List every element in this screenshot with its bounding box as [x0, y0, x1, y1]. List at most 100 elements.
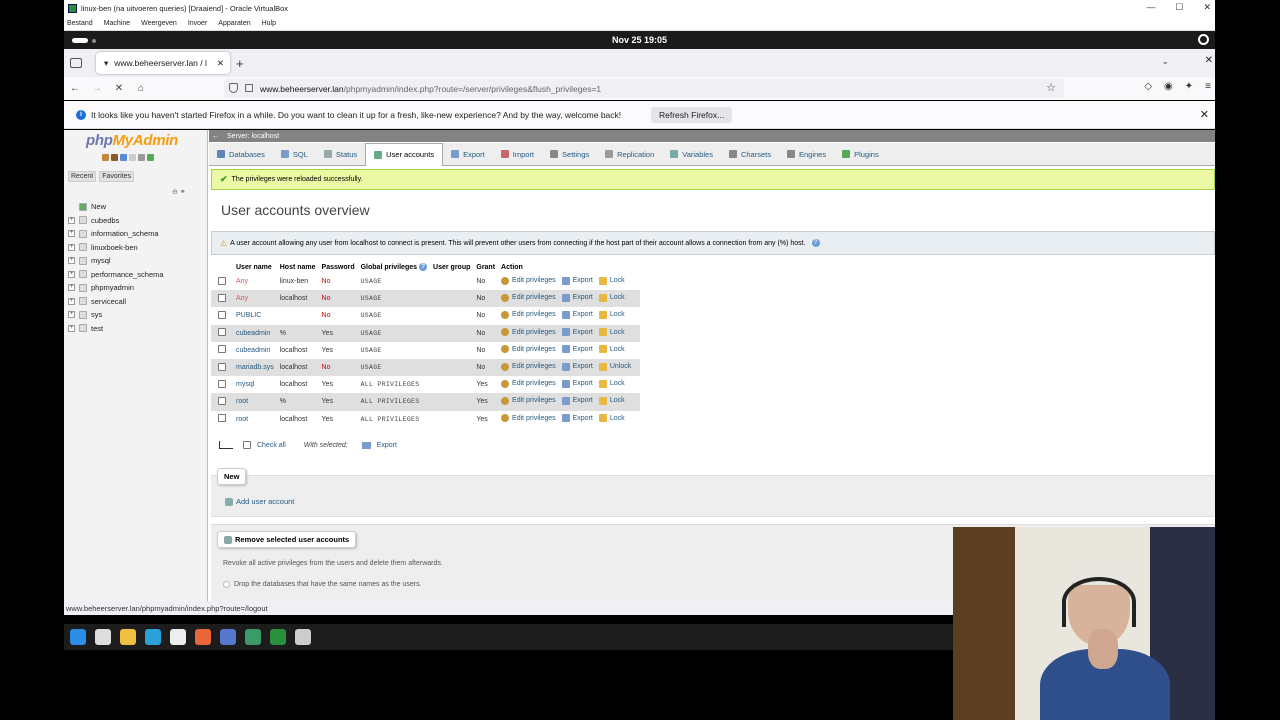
export-link[interactable]: Export [561, 414, 593, 423]
window-close-icon[interactable]: ✕ [1205, 55, 1213, 66]
lock-link[interactable]: Lock [598, 310, 625, 319]
vbox-menu-item[interactable]: Bestand [67, 20, 93, 27]
close-button[interactable]: ✕ [1203, 2, 1211, 13]
edit-privileges-link[interactable]: Edit privileges [501, 345, 556, 354]
menu-icon[interactable]: ≡ [1205, 81, 1211, 92]
drop-databases-checkbox[interactable] [223, 581, 230, 588]
lock-link[interactable]: Lock [598, 276, 625, 285]
tree-item-new[interactable]: New [68, 200, 164, 214]
menu-tab-plugins[interactable]: Plugins [834, 143, 887, 166]
menu-tab-variables[interactable]: Variables [662, 143, 721, 166]
unlock-link[interactable]: Unlock [598, 362, 631, 371]
export-link[interactable]: Export [561, 362, 593, 371]
row-checkbox[interactable] [218, 345, 226, 354]
edit-privileges-link[interactable]: Edit privileges [501, 328, 556, 337]
maximize-button[interactable]: ☐ [1175, 2, 1183, 13]
export-link[interactable]: Export [561, 345, 593, 354]
lock-link[interactable]: Lock [598, 328, 625, 337]
expand-icon[interactable]: + [68, 216, 75, 224]
expand-icon[interactable]: + [68, 324, 75, 332]
row-checkbox[interactable] [218, 379, 226, 388]
address-bar[interactable]: www.beheerserver.lan/phpmyadmin/index.ph… [224, 79, 1064, 98]
menu-tab-replication[interactable]: Replication [597, 143, 662, 166]
vbox-menu-item[interactable]: Weergeven [141, 20, 177, 27]
row-checkbox[interactable] [218, 414, 226, 423]
row-checkbox[interactable] [218, 293, 226, 302]
obs-icon[interactable] [295, 629, 311, 645]
logout-icon[interactable] [111, 154, 118, 161]
activities-indicator[interactable] [72, 38, 88, 43]
export-link[interactable]: Export [561, 276, 593, 285]
lock-link[interactable]: Lock [598, 396, 625, 405]
collapse-all-icon[interactable]: ⊖ ⚭ [172, 188, 186, 196]
lock-icon[interactable] [245, 84, 253, 92]
recent-tab[interactable]: Recent [68, 171, 97, 182]
menu-tab-databases[interactable]: Databases [209, 143, 273, 166]
home-button[interactable]: ⌂ [130, 83, 152, 94]
edit-privileges-link[interactable]: Edit privileges [501, 310, 556, 319]
new-tab-button[interactable]: + [236, 56, 244, 71]
docs-icon[interactable] [129, 154, 136, 161]
firefox-icon[interactable] [195, 629, 211, 645]
tree-item-database[interactable]: + sys [68, 308, 164, 322]
row-checkbox[interactable] [218, 328, 226, 337]
expand-icon[interactable]: + [68, 270, 75, 278]
tab-overview-icon[interactable] [70, 58, 82, 68]
edge-icon[interactable] [145, 629, 161, 645]
vs-icon[interactable] [245, 629, 261, 645]
row-checkbox[interactable] [218, 276, 226, 285]
file-explorer-icon[interactable] [120, 629, 136, 645]
back-arrow-icon[interactable]: ← [212, 133, 219, 140]
lock-link[interactable]: Lock [598, 293, 625, 302]
vbox-menu-item[interactable]: Invoer [188, 20, 207, 27]
edit-privileges-link[interactable]: Edit privileges [501, 396, 556, 405]
check-all-link[interactable]: Check all [257, 442, 286, 449]
menu-tab-sql[interactable]: SQL [273, 143, 316, 166]
server-breadcrumb[interactable]: Server: localhost [227, 133, 279, 140]
tree-item-database[interactable]: + servicecall [68, 295, 164, 309]
menu-tab-settings[interactable]: Settings [542, 143, 597, 166]
bookmark-star-icon[interactable]: ☆ [1046, 81, 1056, 94]
back-button[interactable]: ← [64, 83, 86, 94]
account-icon[interactable]: ◉ [1164, 81, 1173, 92]
virtualbox-icon[interactable] [270, 629, 286, 645]
row-checkbox[interactable] [218, 396, 226, 405]
edit-privileges-link[interactable]: Edit privileges [501, 414, 556, 423]
tree-item-database[interactable]: + mysql [68, 254, 164, 268]
vbox-menu-item[interactable]: Hulp [262, 20, 276, 27]
tree-item-database[interactable]: + phpmyadmin [68, 281, 164, 295]
vbox-menu-item[interactable]: Machine [104, 20, 130, 27]
add-user-account-link[interactable]: Add user account [225, 497, 294, 506]
refresh-firefox-button[interactable]: Refresh Firefox... [651, 107, 733, 123]
menu-tab-charsets[interactable]: Charsets [721, 143, 779, 166]
menu-tab-engines[interactable]: Engines [779, 143, 834, 166]
lock-link[interactable]: Lock [598, 379, 625, 388]
expand-icon[interactable]: + [68, 311, 75, 319]
expand-icon[interactable]: + [68, 297, 75, 305]
home-icon[interactable] [102, 154, 109, 161]
tree-item-database[interactable]: + test [68, 322, 164, 336]
tab-close-icon[interactable]: ✕ [217, 58, 224, 69]
help-icon[interactable]: ? [419, 263, 428, 271]
search-icon[interactable] [95, 629, 111, 645]
tree-item-database[interactable]: + linuxboek-ben [68, 241, 164, 255]
row-checkbox[interactable] [218, 362, 226, 371]
bulk-export-button[interactable]: Export [377, 442, 397, 449]
expand-icon[interactable]: + [68, 243, 75, 251]
menu-tab-import[interactable]: Import [493, 143, 542, 166]
export-link[interactable]: Export [561, 310, 593, 319]
expand-icon[interactable]: + [68, 230, 75, 238]
tree-item-database[interactable]: + cubedbs [68, 214, 164, 228]
export-link[interactable]: Export [561, 293, 593, 302]
extensions-icon[interactable]: ✦ [1185, 81, 1193, 92]
tree-item-database[interactable]: + performance_schema [68, 268, 164, 282]
expand-icon[interactable]: + [68, 284, 75, 292]
edit-privileges-link[interactable]: Edit privileges [501, 379, 556, 388]
help-icon[interactable]: ? [811, 239, 820, 247]
tree-item-database[interactable]: + information_schema [68, 227, 164, 241]
export-link[interactable]: Export [561, 379, 593, 388]
stop-button[interactable]: ✕ [108, 83, 130, 94]
vbox-menu-item[interactable]: Apparaten [218, 20, 250, 27]
forward-button[interactable]: → [86, 83, 108, 94]
pocket-icon[interactable]: ◇ [1144, 81, 1152, 92]
